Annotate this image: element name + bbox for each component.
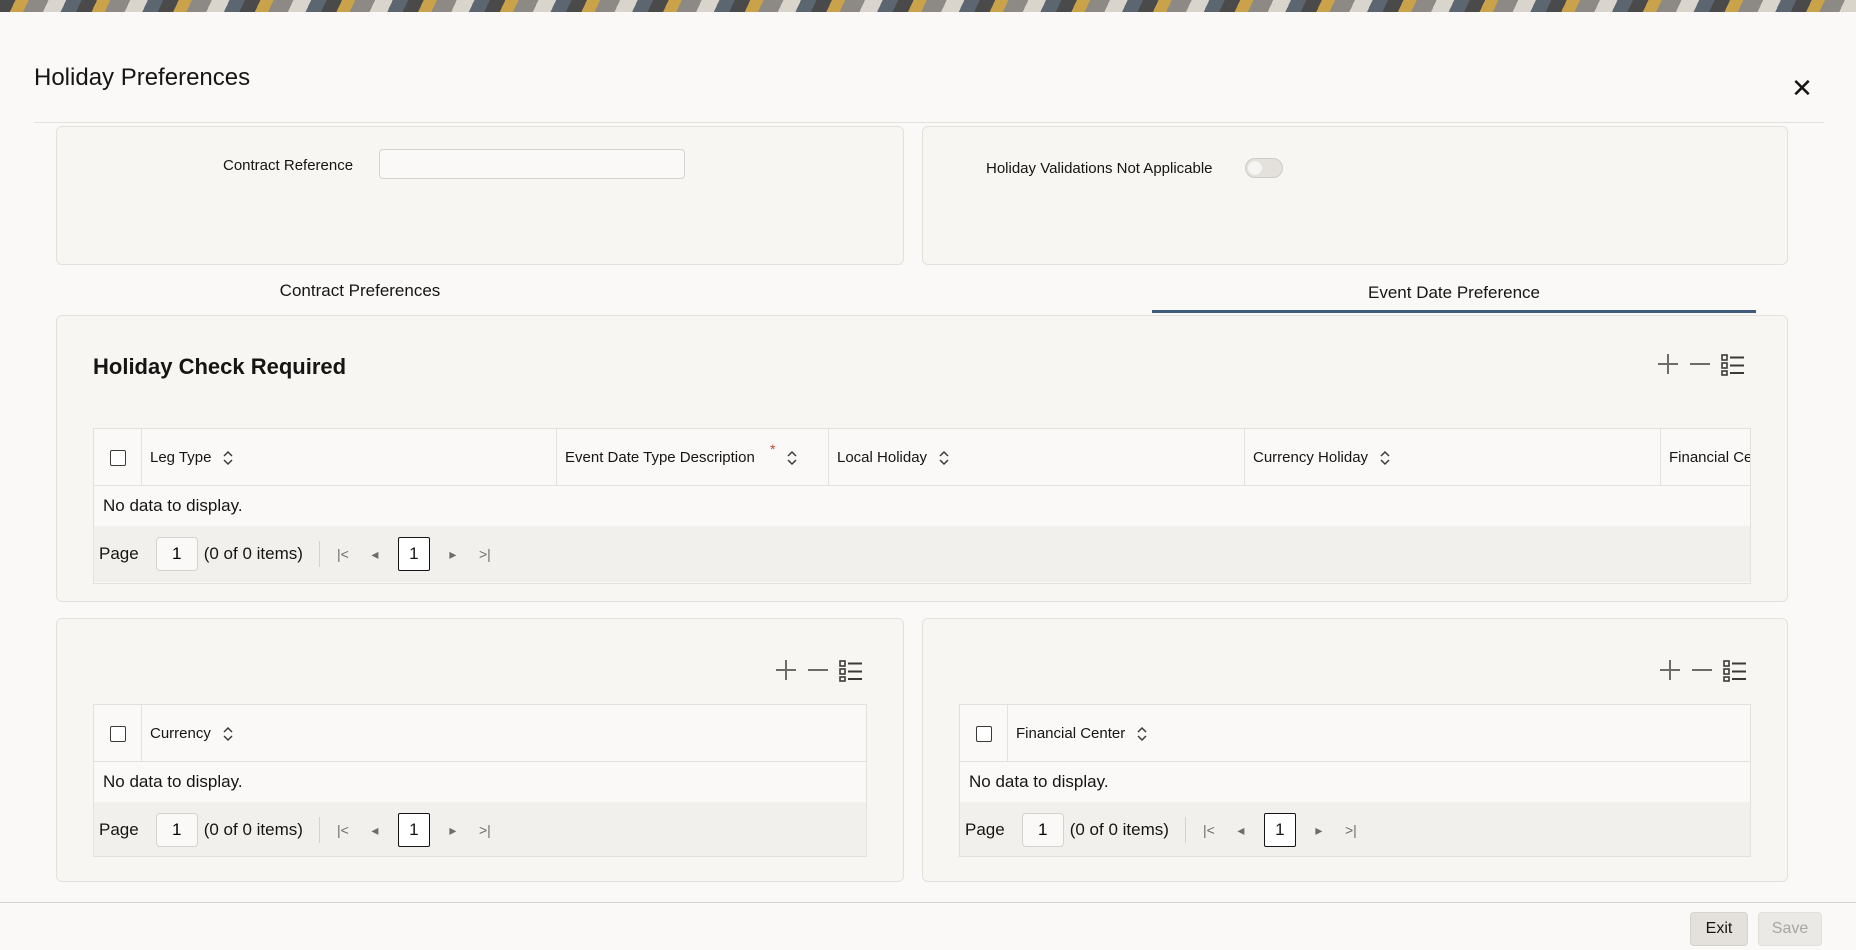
next-page-icon[interactable]: ▸: [444, 821, 462, 839]
column-label: Currency: [150, 725, 211, 742]
currency-toolbar: [775, 659, 862, 682]
remove-row-icon[interactable]: [1691, 659, 1713, 681]
required-indicator: *: [770, 441, 776, 457]
sort-icon[interactable]: [223, 450, 233, 466]
footer-divider: [0, 902, 1856, 903]
financial-center-toolbar: [1659, 659, 1746, 682]
tab-event-date-preference[interactable]: Event Date Preference: [1152, 283, 1756, 303]
current-page-button[interactable]: 1: [397, 813, 430, 847]
page-label: Page: [965, 820, 1005, 839]
tab-contract-preferences[interactable]: Contract Preferences: [260, 281, 460, 301]
pagination-bar: Page (0 of 0 items) |< ◂ 1 ▸ >|: [94, 802, 866, 856]
last-page-icon[interactable]: >|: [476, 545, 494, 563]
item-count: (0 of 0 items): [1069, 820, 1169, 839]
item-count: (0 of 0 items): [203, 544, 303, 563]
select-all-checkbox[interactable]: [975, 725, 992, 742]
column-label: Local Holiday: [837, 449, 928, 466]
previous-page-icon[interactable]: ◂: [366, 821, 384, 839]
holiday-validations-toggle[interactable]: [1245, 158, 1283, 178]
page-input[interactable]: [155, 537, 198, 571]
title-divider: [34, 122, 1824, 123]
remove-row-icon[interactable]: [807, 659, 829, 681]
add-row-icon[interactable]: [1657, 353, 1679, 375]
exit-button[interactable]: Exit: [1690, 912, 1748, 946]
contract-reference-input[interactable]: [379, 149, 685, 179]
column-list-icon[interactable]: [839, 659, 862, 682]
column-label: Event Date Type Description: [565, 449, 755, 466]
page-input[interactable]: [155, 813, 198, 847]
first-page-icon[interactable]: |<: [334, 545, 352, 563]
sort-icon[interactable]: [1380, 450, 1390, 466]
pagination-bar: Page (0 of 0 items) |< ◂ 1 ▸ >|: [94, 526, 1750, 582]
column-label: Financial Center: [1016, 725, 1126, 742]
column-header-local-holiday[interactable]: Local Holiday: [829, 429, 1245, 486]
tab-active-indicator: [1152, 310, 1756, 313]
holiday-validations-panel: Holiday Validations Not Applicable: [922, 126, 1788, 265]
select-all-checkbox[interactable]: [109, 449, 126, 466]
last-page-icon[interactable]: >|: [1342, 821, 1360, 839]
column-header-financial-center[interactable]: Financial Center: [1008, 705, 1750, 762]
next-page-icon[interactable]: ▸: [444, 545, 462, 563]
remove-row-icon[interactable]: [1689, 353, 1711, 375]
sort-icon[interactable]: [787, 450, 797, 466]
financial-center-panel: Financial Center No data to display. Pag…: [922, 618, 1788, 882]
current-page-button[interactable]: 1: [1263, 813, 1296, 847]
pagination-bar: Page (0 of 0 items) |< ◂ 1 ▸ >|: [960, 802, 1750, 856]
column-header-leg-type[interactable]: Leg Type: [142, 429, 557, 486]
holiday-check-panel: Holiday Check Required Leg Type Event Da…: [56, 315, 1788, 602]
sort-icon[interactable]: [939, 450, 949, 466]
column-header-currency-holiday[interactable]: Currency Holiday: [1245, 429, 1661, 486]
top-banner-strip: [0, 0, 1856, 12]
holiday-check-grid: Leg Type Event Date Type Description * L…: [93, 428, 1751, 584]
first-page-icon[interactable]: |<: [1200, 821, 1218, 839]
grid-header: Leg Type Event Date Type Description * L…: [94, 429, 1751, 486]
no-data-message: No data to display.: [960, 762, 1750, 802]
close-icon[interactable]: ✕: [1790, 75, 1814, 101]
currency-panel: Currency No data to display. Page (0 of …: [56, 618, 904, 882]
currency-grid: Currency No data to display. Page (0 of …: [93, 704, 867, 857]
financial-center-grid: Financial Center No data to display. Pag…: [959, 704, 1751, 857]
column-label: Financial Ce: [1669, 449, 1751, 466]
no-data-message: No data to display.: [94, 486, 1750, 526]
column-label: Currency Holiday: [1253, 449, 1369, 466]
column-label: Leg Type: [150, 449, 212, 466]
column-list-icon[interactable]: [1723, 659, 1746, 682]
holiday-preferences-dialog: Holiday Preferences ✕ Contract Reference…: [0, 12, 1856, 950]
contract-reference-label: Contract Reference: [223, 157, 354, 174]
select-all-checkbox[interactable]: [109, 725, 126, 742]
save-button[interactable]: Save: [1758, 912, 1822, 946]
grid-header: Currency: [94, 705, 866, 762]
no-data-message: No data to display.: [94, 762, 866, 802]
last-page-icon[interactable]: >|: [476, 821, 494, 839]
first-page-icon[interactable]: |<: [334, 821, 352, 839]
next-page-icon[interactable]: ▸: [1310, 821, 1328, 839]
holiday-validations-label: Holiday Validations Not Applicable: [986, 160, 1213, 177]
holiday-check-toolbar: [1657, 353, 1744, 376]
column-header-currency[interactable]: Currency: [142, 705, 866, 762]
column-header-financial-center[interactable]: Financial Ce: [1661, 429, 1751, 486]
current-page-button[interactable]: 1: [397, 537, 430, 571]
item-count: (0 of 0 items): [203, 820, 303, 839]
select-all-cell: [960, 705, 1008, 762]
sort-icon[interactable]: [223, 726, 233, 742]
page-label: Page: [99, 820, 139, 839]
contract-reference-panel: Contract Reference: [56, 126, 904, 265]
sort-icon[interactable]: [1137, 726, 1147, 742]
grid-header: Financial Center: [960, 705, 1750, 762]
pager-divider: [1184, 817, 1186, 843]
column-header-event-date-type-description[interactable]: Event Date Type Description *: [557, 429, 829, 486]
previous-page-icon[interactable]: ◂: [1232, 821, 1250, 839]
page-label: Page: [99, 544, 139, 563]
column-list-icon[interactable]: [1721, 353, 1744, 376]
add-row-icon[interactable]: [1659, 659, 1681, 681]
select-all-cell: [94, 705, 142, 762]
holiday-check-title: Holiday Check Required: [93, 354, 347, 379]
dialog-title: Holiday Preferences: [34, 64, 251, 91]
pager-divider: [318, 817, 320, 843]
previous-page-icon[interactable]: ◂: [366, 545, 384, 563]
page-input[interactable]: [1021, 813, 1064, 847]
add-row-icon[interactable]: [775, 659, 797, 681]
pager-divider: [318, 541, 320, 567]
select-all-cell: [94, 429, 142, 486]
